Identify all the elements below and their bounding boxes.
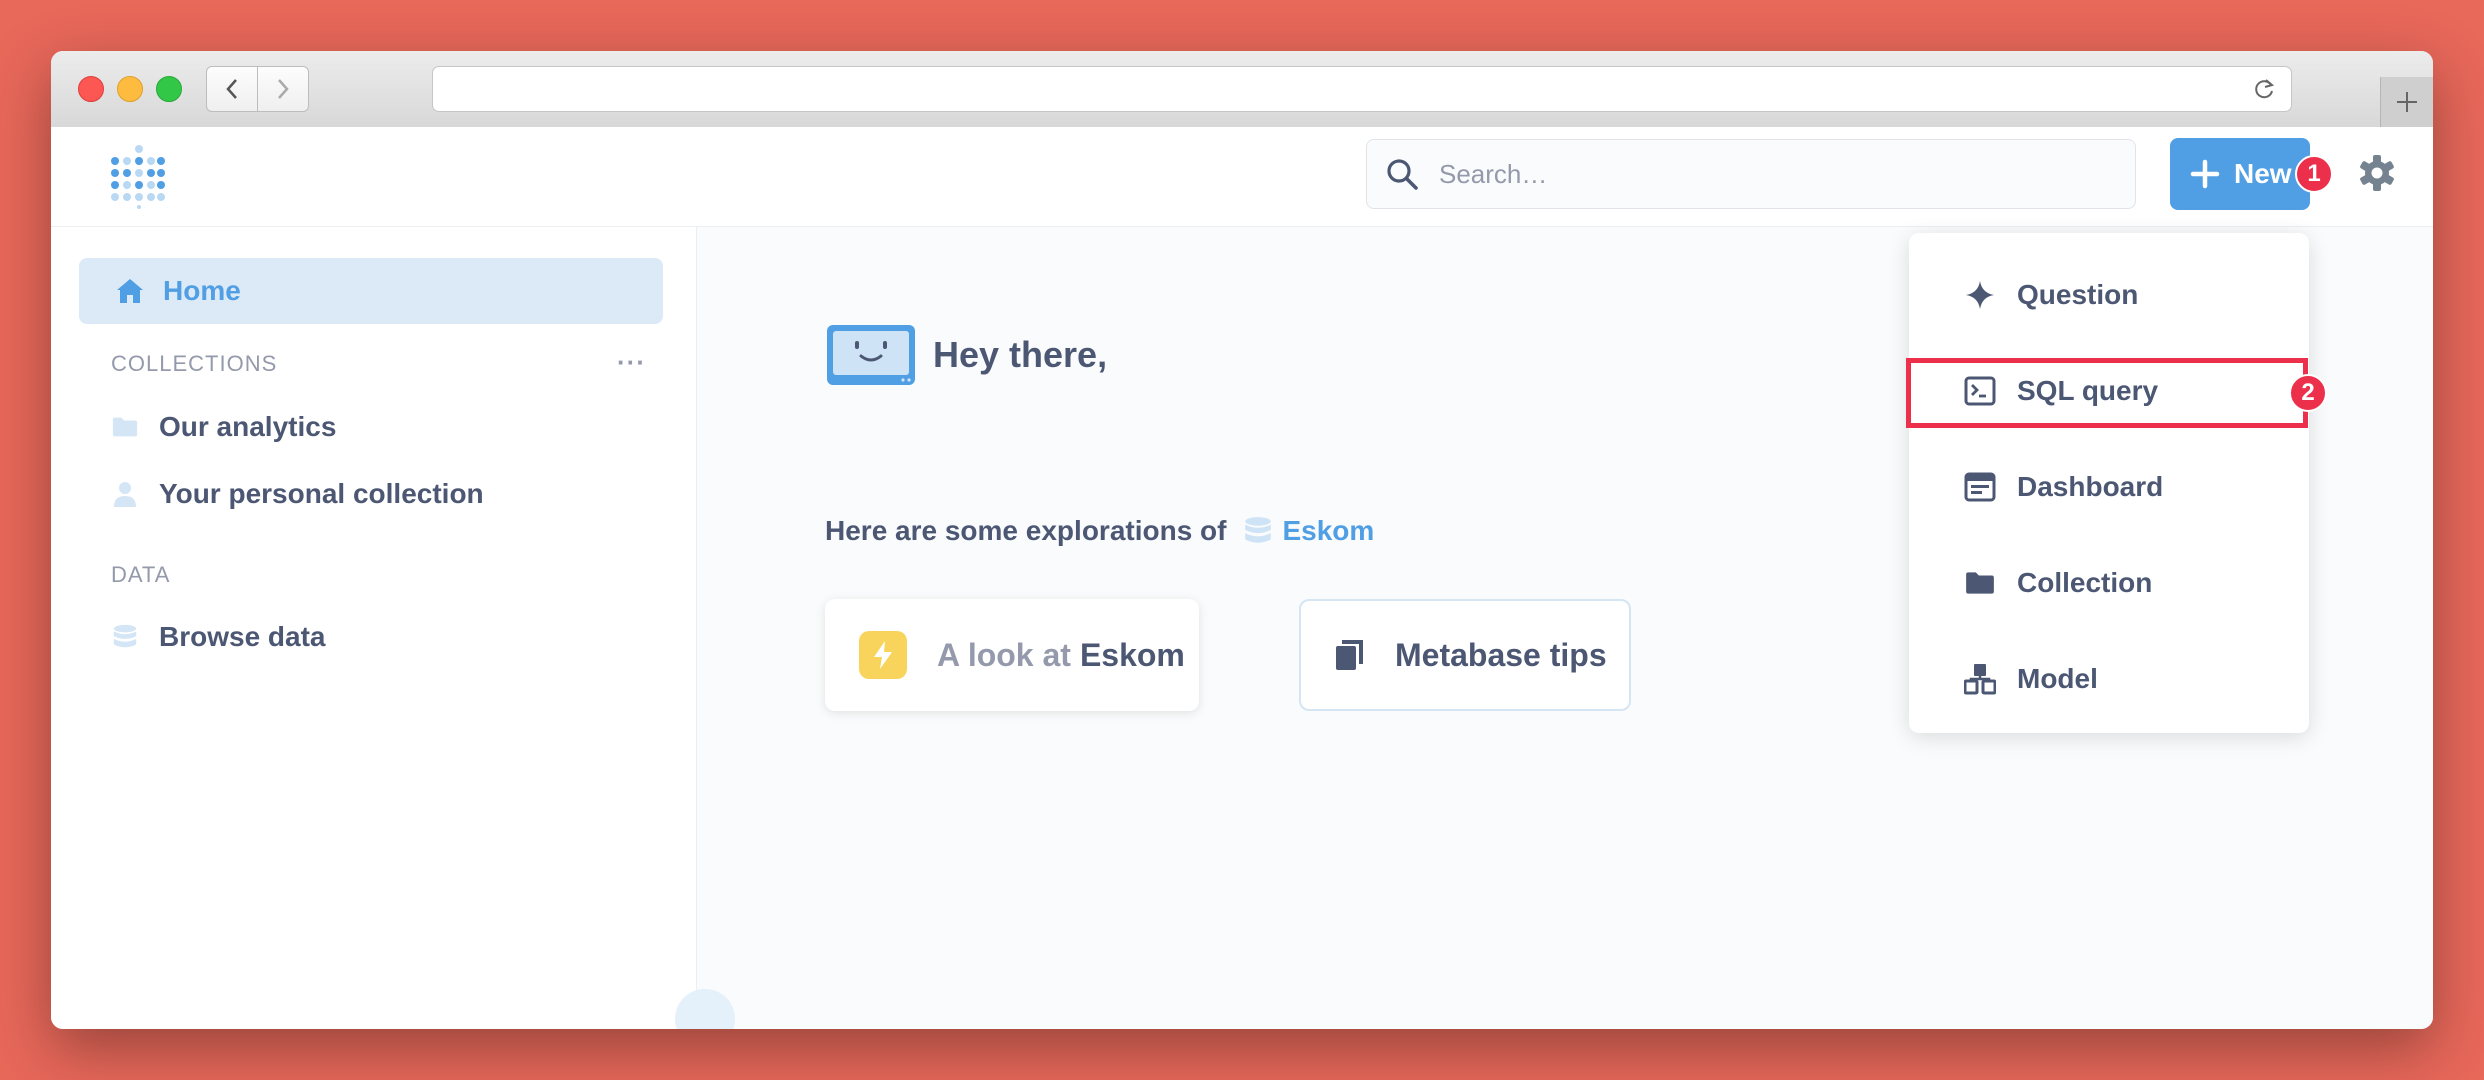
data-heading: DATA [111,562,171,587]
collections-heading: COLLECTIONS [111,351,278,376]
search-bar[interactable] [1366,139,2136,209]
chevron-right-icon [278,79,289,99]
model-icon [1963,663,1997,695]
new-menu-dropdown: Question SQL query Dashboard Collection … [1909,233,2309,733]
forward-button[interactable] [257,66,309,112]
new-tab-button[interactable] [2380,77,2433,127]
new-menu-item-dashboard[interactable]: Dashboard [1963,471,2163,503]
menu-item-label: Question [2017,279,2139,310]
folder-icon [1963,569,1997,597]
card-label: Metabase tips [1395,636,1607,673]
reload-icon[interactable] [2251,76,2277,107]
database-icon [111,622,139,652]
menu-item-label: Dashboard [2017,471,2164,502]
step-badge-1: 1 [2295,155,2333,193]
menu-item-label: Collection [2017,567,2153,598]
folder-icon [111,415,139,439]
menu-item-label: Model [2017,663,2098,694]
new-menu-item-collection[interactable]: Collection [1963,567,2152,599]
person-icon [111,480,139,508]
explorations-line: Here are some explorations of Eskom [825,515,1374,547]
sidebar-item-label: Browse data [159,621,326,652]
greeting-text: Hey there, [933,334,1108,375]
sidebar-item-label: Our analytics [159,411,337,442]
zoom-window-button[interactable] [156,76,182,102]
database-link[interactable]: Eskom [1282,515,1374,547]
sidebar-item-home[interactable]: Home [79,258,663,324]
metabase-logo[interactable] [109,145,165,214]
xray-card-eskom[interactable]: A look at Eskom [825,599,1199,711]
step-badge-2: 2 [2289,374,2327,412]
sparkle-icon [1963,280,1997,310]
new-menu-item-model[interactable]: Model [1963,663,2098,695]
gear-icon[interactable] [2355,151,2399,200]
browser-window: New 1 Home COLLECTIONS ··· [51,51,2433,1029]
app-header: New 1 [51,127,2433,227]
bolt-icon [859,631,907,679]
close-window-button[interactable] [78,76,104,102]
sidebar-item-browse-data[interactable]: Browse data [111,621,326,653]
sidebar-item-our-analytics[interactable]: Our analytics [111,411,336,443]
metabot-icon [827,325,915,385]
sidebar: Home COLLECTIONS ··· Our analytics Your … [51,227,697,1029]
dashboard-icon [1963,472,1997,502]
sidebar-item-label: Home [163,275,241,306]
book-icon [1333,638,1367,672]
card-prefix: A look at [937,636,1071,673]
metabase-tips-card[interactable]: Metabase tips [1299,599,1631,711]
plus-icon [2397,92,2417,112]
new-button-label: New [2234,158,2292,189]
minimize-window-button[interactable] [117,76,143,102]
card-label: Eskom [1079,636,1185,673]
address-bar[interactable] [432,66,2292,112]
sidebar-item-personal-collection[interactable]: Your personal collection [111,478,484,510]
database-icon [1242,515,1274,547]
back-button[interactable] [206,66,258,112]
home-icon [115,277,145,305]
sidebar-item-label: Your personal collection [159,478,484,509]
browser-titlebar [51,51,2433,128]
search-icon [1385,157,1419,191]
collections-more-button[interactable]: ··· [617,347,646,378]
chevron-left-icon [226,79,237,99]
plus-icon [2190,159,2220,189]
explorations-text: Here are some explorations of [825,515,1227,546]
sql-query-highlight-box [1906,358,2308,428]
search-input[interactable] [1437,157,2081,191]
new-menu-item-question[interactable]: Question [1963,279,2138,311]
new-button[interactable]: New [2170,138,2310,210]
greeting: Hey there, [825,323,1107,387]
